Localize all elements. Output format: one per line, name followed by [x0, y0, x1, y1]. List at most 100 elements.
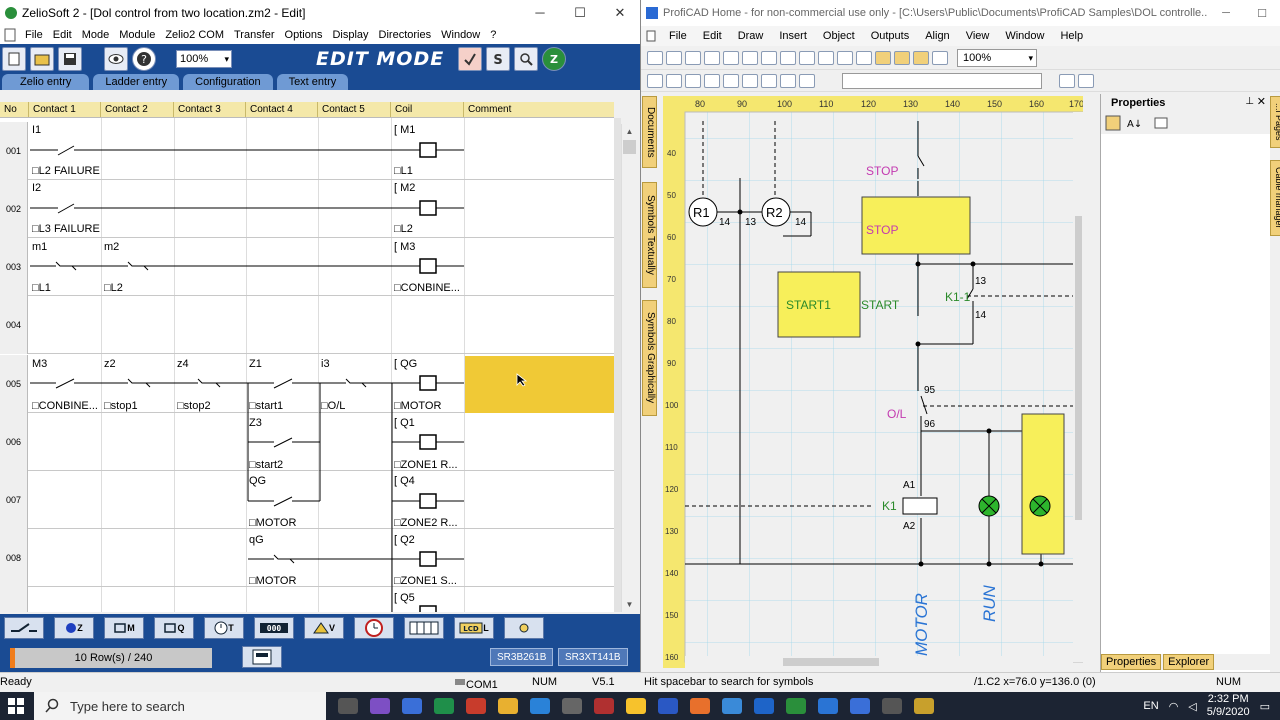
zoom-select[interactable]: 100% — [176, 50, 232, 68]
help-button[interactable]: ? — [132, 47, 156, 71]
pc-menu-outputs[interactable]: Outputs — [863, 30, 918, 42]
pc-save-icon[interactable] — [685, 50, 701, 65]
pc-symbol-search-input[interactable] — [842, 72, 1042, 89]
visual-studio-icon[interactable] — [370, 698, 390, 714]
menu-edit[interactable]: Edit — [48, 29, 77, 41]
pc-maximize-button[interactable]: ☐ — [1244, 7, 1280, 20]
pc-wire-icon[interactable] — [780, 73, 796, 88]
simulation-button[interactable]: S — [486, 47, 511, 71]
pin-icon[interactable]: ⊥ — [1245, 96, 1254, 107]
monitor-button[interactable] — [514, 47, 539, 71]
aux-relay-tool-button[interactable]: M — [104, 617, 144, 639]
pc-open-icon[interactable] — [666, 50, 682, 65]
pc-menu-edit[interactable]: Edit — [695, 30, 730, 42]
menu-help[interactable]: ? — [485, 29, 501, 41]
pc-flip-icon[interactable] — [856, 50, 872, 65]
pc-zoom-fit-icon[interactable] — [932, 50, 948, 65]
edge-icon[interactable] — [530, 698, 550, 714]
backlight-tool-button[interactable] — [504, 617, 544, 639]
close-button[interactable]: ✕ — [600, 0, 640, 26]
app-icon[interactable] — [434, 698, 454, 714]
pc-menu-insert[interactable]: Insert — [771, 30, 815, 42]
pc-line-icon[interactable] — [666, 73, 682, 88]
schematic-canvas[interactable]: 80 90 100 110 120 130 140 150 160 170 40… — [663, 96, 1083, 668]
pc-bus-icon[interactable] — [1078, 73, 1094, 88]
pc-grid-icon[interactable] — [799, 50, 815, 65]
chrome-icon[interactable] — [626, 698, 646, 714]
pc-cable-icon[interactable] — [1059, 73, 1075, 88]
pc-redo-icon[interactable] — [723, 50, 739, 65]
pc-menu-draw[interactable]: Draw — [730, 30, 772, 42]
app-icon[interactable] — [658, 698, 678, 714]
menu-zelio2com[interactable]: Zelio2 COM — [160, 29, 229, 41]
pc-menu-align[interactable]: Align — [917, 30, 957, 42]
pc-menu-help[interactable]: Help — [1052, 30, 1091, 42]
pc-undo-icon[interactable] — [704, 50, 720, 65]
pc-node-icon[interactable] — [799, 73, 815, 88]
pc-menu-file[interactable]: File — [661, 30, 695, 42]
pdf-icon[interactable] — [466, 698, 486, 714]
wifi-icon[interactable]: ◠ — [1169, 700, 1179, 713]
categorized-icon[interactable] — [1105, 115, 1121, 131]
taskbar-search-input[interactable]: Type here to search — [34, 692, 326, 720]
pc-rotate-icon[interactable] — [837, 50, 853, 65]
clock-tool-button[interactable] — [354, 617, 394, 639]
tab-symbols-textually[interactable]: Symbols Textually — [642, 182, 657, 288]
outlook-icon[interactable] — [754, 698, 774, 714]
scroll-thumb[interactable] — [623, 140, 636, 154]
pc-menu-view[interactable]: View — [958, 30, 998, 42]
analog-tool-button[interactable]: V — [304, 617, 344, 639]
tab-explorer[interactable]: Explorer — [1163, 654, 1215, 670]
zelio-logo-button[interactable]: Z — [542, 47, 567, 71]
task-view-icon[interactable] — [338, 698, 358, 714]
pc-menu-object[interactable]: Object — [815, 30, 863, 42]
keys-tool-button[interactable] — [404, 617, 444, 639]
windows-start-icon[interactable] — [8, 698, 24, 714]
timer-tool-button[interactable]: T — [204, 617, 244, 639]
tab-properties[interactable]: Properties — [1101, 654, 1162, 670]
pc-rect-icon[interactable] — [704, 73, 720, 88]
new-file-button[interactable] — [2, 47, 26, 71]
pc-align3-icon[interactable] — [913, 50, 929, 65]
menu-file[interactable]: File — [20, 29, 48, 41]
app-icon[interactable] — [562, 698, 582, 714]
app-icon[interactable] — [594, 698, 614, 714]
language-indicator[interactable]: EN — [1143, 700, 1158, 712]
app-icon[interactable] — [402, 698, 422, 714]
menu-display[interactable]: Display — [327, 29, 373, 41]
menu-mode[interactable]: Mode — [77, 29, 115, 41]
sort-az-icon[interactable]: A↓ — [1125, 115, 1141, 131]
contact-tool-button[interactable] — [4, 617, 44, 639]
tab-configuration[interactable]: Configuration — [183, 74, 273, 90]
app-icon[interactable] — [722, 698, 742, 714]
tab-pages[interactable]: ...l Pages — [1270, 96, 1280, 148]
module-button[interactable] — [242, 646, 282, 668]
canvas-hscroll-thumb[interactable] — [783, 658, 879, 666]
close-panel-icon[interactable]: ✕ — [1257, 95, 1266, 108]
pc-menu-window[interactable]: Window — [997, 30, 1052, 42]
lcd-tool-button[interactable]: LCD L — [454, 617, 494, 639]
pc-print-icon[interactable] — [818, 50, 834, 65]
menu-options[interactable]: Options — [280, 29, 328, 41]
save-button[interactable] — [58, 47, 82, 71]
pc-zoom-select[interactable]: 100% — [957, 48, 1037, 67]
k1-coil[interactable] — [902, 497, 938, 515]
app-icon[interactable] — [882, 698, 902, 714]
output-tool-button[interactable]: Q — [154, 617, 194, 639]
pc-curve-icon[interactable] — [685, 73, 701, 88]
file-explorer-icon[interactable] — [498, 698, 518, 714]
tab-symbols-graphically[interactable]: Symbols Graphically — [642, 300, 657, 416]
zoom-icon[interactable] — [818, 698, 838, 714]
pc-new-icon[interactable] — [647, 50, 663, 65]
menu-window[interactable]: Window — [436, 29, 485, 41]
tab-documents[interactable]: Documents — [642, 96, 657, 168]
app-icon[interactable] — [914, 698, 934, 714]
app-icon[interactable] — [850, 698, 870, 714]
maximize-button[interactable]: ☐ — [560, 0, 600, 26]
edit-mode-button[interactable] — [458, 47, 483, 71]
pc-cut-icon[interactable] — [742, 50, 758, 65]
notifications-icon[interactable]: ▭ — [1260, 700, 1270, 713]
firefox-icon[interactable] — [690, 698, 710, 714]
pc-image-icon[interactable] — [761, 73, 777, 88]
pc-paste-icon[interactable] — [780, 50, 796, 65]
